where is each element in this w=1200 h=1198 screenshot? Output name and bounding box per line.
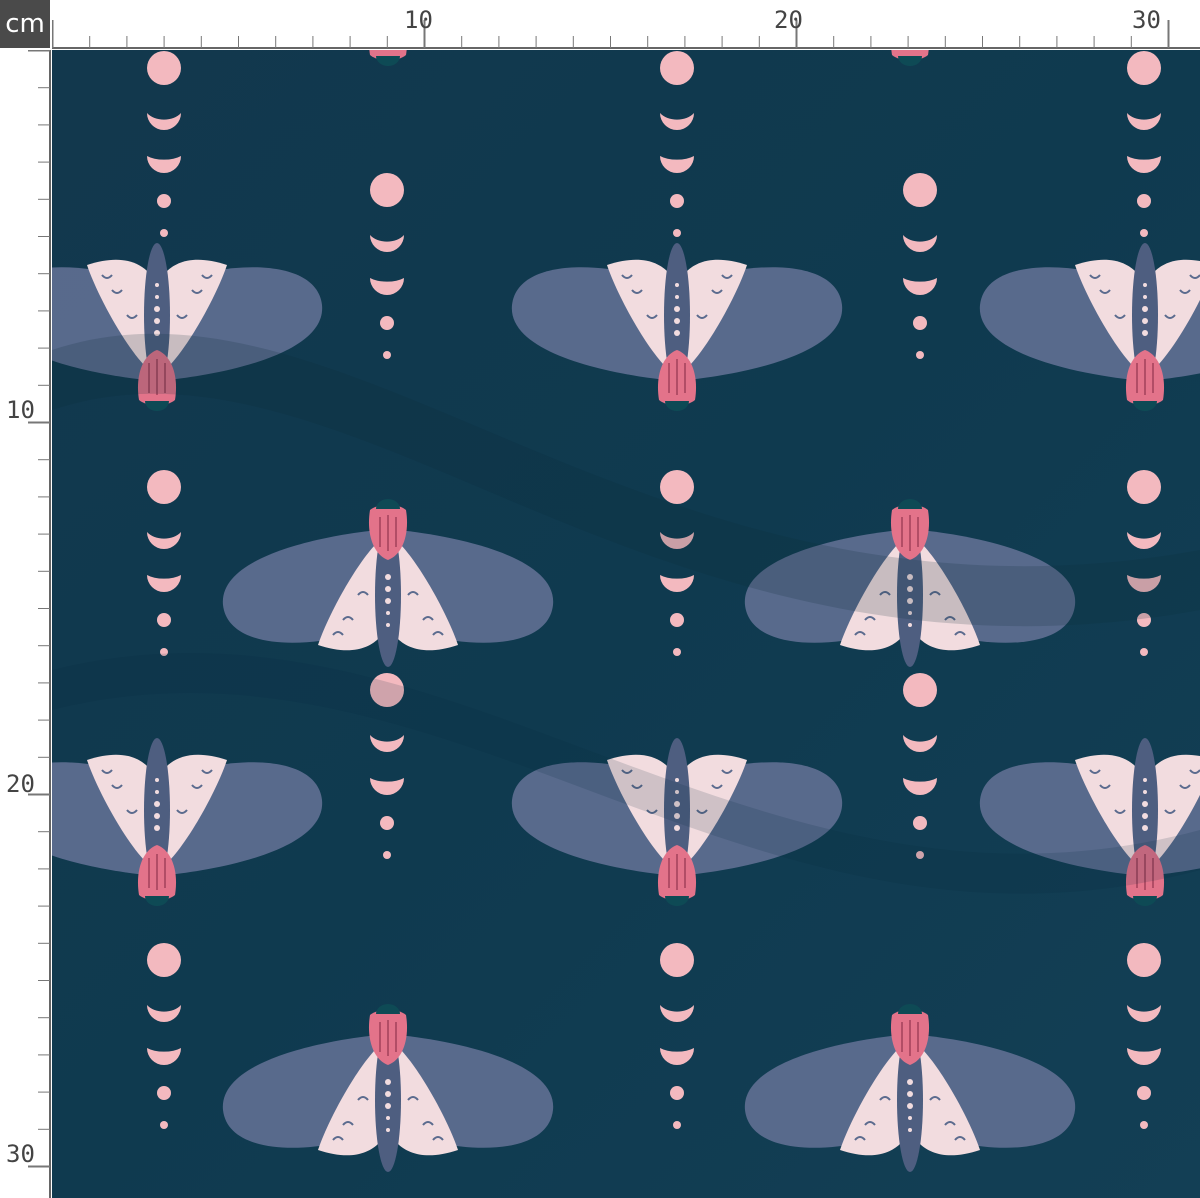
- ruler-left-label-10: 10: [6, 396, 35, 424]
- ruler-top-label-10: 10: [404, 6, 433, 34]
- ruler-top-label-30: 30: [1132, 6, 1161, 34]
- ruler-left: 10 20 30: [0, 50, 52, 1198]
- fabric-pattern: [52, 50, 1200, 1198]
- ruler-left-label-20: 20: [6, 770, 35, 798]
- ruler-left-label-30: 30: [6, 1140, 35, 1168]
- ruler-top: 10 20 30: [52, 0, 1200, 50]
- ruler-top-label-20: 20: [774, 6, 803, 34]
- unit-label: cm: [0, 0, 50, 48]
